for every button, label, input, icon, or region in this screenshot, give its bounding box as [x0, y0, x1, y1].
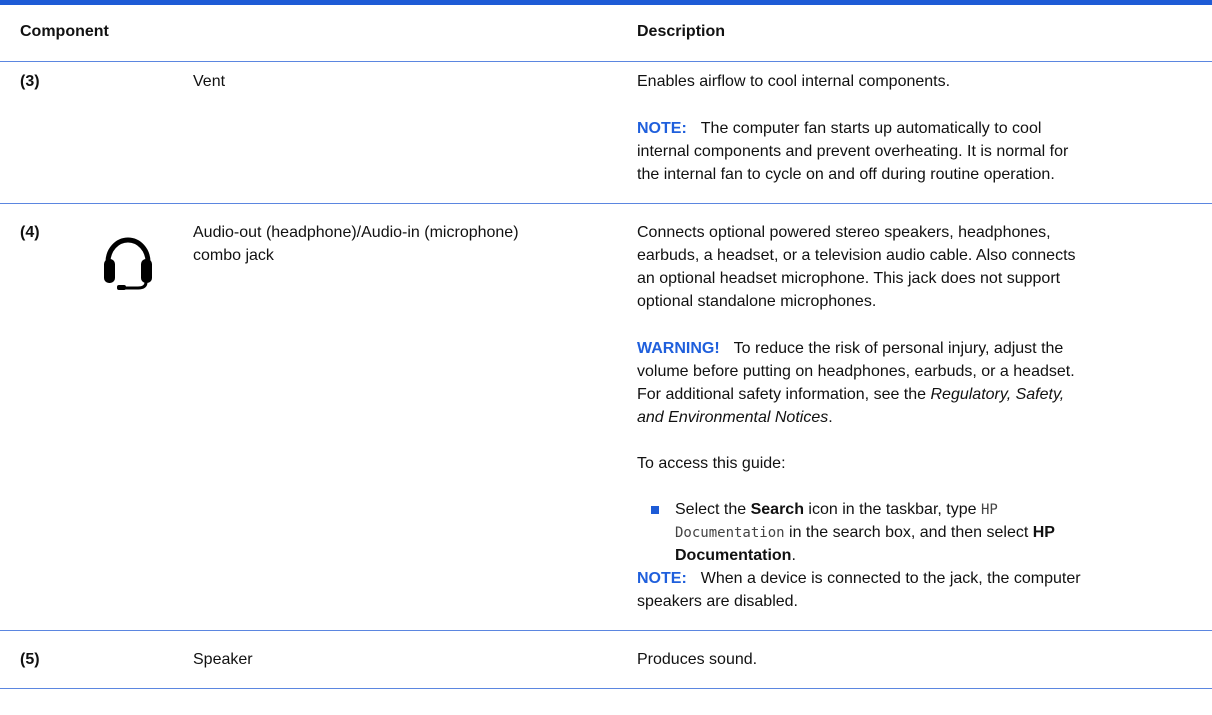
component-description: an optional headset microphone. This jac… — [637, 270, 1061, 287]
warning-text: volume before putting on headphones, ear… — [637, 363, 1075, 380]
row-number: (3) — [20, 73, 40, 90]
step-text: in the search box, and then select — [784, 524, 1033, 541]
step-text: . — [791, 547, 796, 564]
note: NOTE: The computer fan starts up automati… — [637, 118, 1041, 140]
table-top-border — [0, 0, 1212, 5]
note: NOTE: When a device is connected to the j… — [637, 568, 1081, 590]
note-text: When a device is connected to the jack, … — [700, 570, 1081, 587]
headphone-icon — [104, 237, 152, 290]
row-divider — [0, 203, 1212, 204]
step-text: Documentation. — [675, 545, 796, 567]
code-text: Documentation — [675, 525, 785, 541]
access-instruction: To access this guide: — [637, 455, 786, 472]
doc-title: and Environmental Notices — [637, 409, 829, 426]
component-description: optional standalone microphones. — [637, 293, 877, 310]
warning-text: . — [828, 409, 833, 426]
warning-text: For additional safety information, see t… — [637, 386, 931, 403]
warning-label: WARNING! — [637, 340, 720, 357]
component-description: Connects optional powered stereo speaker… — [637, 224, 1051, 241]
header-divider — [0, 61, 1212, 62]
step-text: Select the — [675, 501, 751, 518]
note-label: NOTE: — [637, 570, 687, 587]
component-description: Enables airflow to cool internal compone… — [637, 73, 951, 90]
row-number: (5) — [20, 651, 40, 668]
row-number: (4) — [20, 224, 40, 241]
row-divider — [0, 688, 1212, 689]
warning-text: To reduce the risk of personal injury, a… — [733, 340, 1064, 357]
row-divider — [0, 630, 1212, 631]
warning-text: For additional safety information, see t… — [637, 384, 1064, 406]
note-text: speakers are disabled. — [637, 593, 798, 610]
header-component: Component — [20, 23, 109, 40]
note-text: The computer fan starts up automatically… — [700, 120, 1042, 137]
ui-term: Documentation — [675, 547, 792, 564]
ui-term: HP — [1032, 524, 1055, 541]
warning-text: and Environmental Notices. — [637, 407, 833, 429]
warning: WARNING! To reduce the risk of personal i… — [637, 338, 1063, 360]
step-text: icon in the taskbar, type — [803, 501, 981, 518]
note-text: the internal fan to cycle on and off dur… — [637, 166, 1055, 183]
component-name: combo jack — [193, 247, 274, 264]
bullet-icon — [651, 506, 659, 514]
header-description: Description — [637, 23, 726, 40]
code-text: HP — [980, 502, 998, 518]
component-description: Produces sound. — [637, 651, 758, 668]
component-name: Audio-out (headphone)/Audio-in (micropho… — [193, 224, 519, 241]
ui-term: Search — [750, 501, 804, 518]
component-description: earbuds, a headset, or a television audi… — [637, 247, 1076, 264]
doc-title: Regulatory, Safety, — [930, 386, 1065, 403]
component-name: Vent — [193, 73, 226, 90]
note-label: NOTE: — [637, 120, 687, 137]
component-name: Speaker — [193, 651, 253, 668]
step-text: Documentation in the search box, and the… — [675, 522, 1055, 544]
step-text: Select the Search icon in the taskbar, t… — [675, 499, 998, 521]
note-text: internal components and prevent overheat… — [637, 143, 1069, 160]
